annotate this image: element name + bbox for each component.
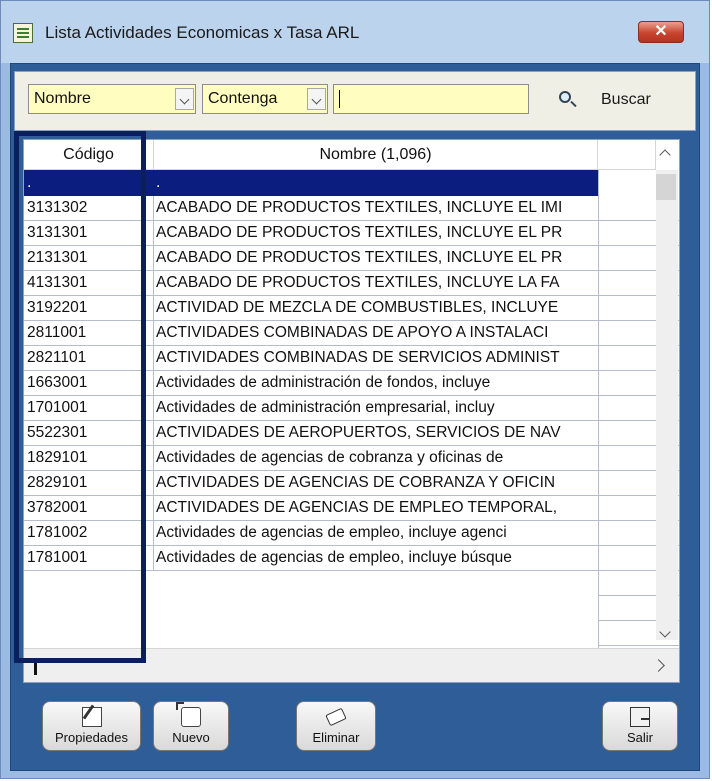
table-body: 3131302 ACABADO DE PRODUCTOS TEXTILES, IN… bbox=[24, 196, 598, 571]
list-app-icon bbox=[13, 23, 33, 43]
cell-codigo: 3782001 bbox=[27, 499, 88, 516]
operator-select[interactable]: Contenga bbox=[202, 84, 328, 114]
field-select[interactable]: Nombre bbox=[28, 84, 196, 114]
cell-nombre: ACTIVIDADES COMBINADAS DE APOYO A INSTAL… bbox=[153, 321, 598, 345]
properties-label: Propiedades bbox=[55, 730, 128, 745]
cell-codigo: 2821101 bbox=[27, 349, 87, 366]
delete-label: Eliminar bbox=[312, 730, 360, 745]
cell-codigo: 4131301 bbox=[27, 274, 88, 291]
table-row[interactable]: 1701001 Actividades de administración emp… bbox=[24, 396, 598, 421]
new-button[interactable]: Nuevo bbox=[153, 701, 229, 751]
field-select-value: Nombre bbox=[34, 90, 91, 107]
cell-codigo: 1781001 bbox=[27, 549, 88, 566]
cell-nombre: ACTIVIDADES COMBINADAS DE SERVICIOS ADMI… bbox=[153, 346, 598, 370]
cell-codigo: 1781002 bbox=[27, 524, 88, 541]
exit-door-icon bbox=[630, 707, 650, 727]
cell-nombre: ACABADO DE PRODUCTOS TEXTILES, INCLUYE L… bbox=[153, 271, 598, 295]
window: Lista Actividades Economicas x Tasa ARL … bbox=[0, 0, 710, 779]
eraser-icon bbox=[325, 707, 347, 727]
column-header-nombre[interactable]: Nombre (1,096) bbox=[154, 140, 598, 170]
cell-nombre: ACTIVIDAD DE MEZCLA DE COMBUSTIBLES, INC… bbox=[153, 296, 598, 320]
edit-document-icon bbox=[81, 707, 102, 727]
cell-nombre: Actividades de agencias de cobranza y of… bbox=[153, 446, 598, 470]
cell-nombre: ACABADO DE PRODUCTOS TEXTILES, INCLUYE E… bbox=[153, 246, 598, 270]
chevron-down-icon[interactable] bbox=[658, 628, 672, 642]
column-header-empty bbox=[598, 140, 656, 170]
table-row[interactable]: 1781001 Actividades de agencias de empleo… bbox=[24, 546, 598, 571]
chevron-down-icon[interactable] bbox=[307, 88, 326, 110]
table-row[interactable]: 2131301 ACABADO DE PRODUCTOS TEXTILES, IN… bbox=[24, 246, 598, 271]
table-row[interactable]: 2821101 ACTIVIDADES COMBINADAS DE SERVICI… bbox=[24, 346, 598, 371]
chevron-down-icon[interactable] bbox=[175, 88, 194, 110]
horizontal-scroll-thumb[interactable] bbox=[34, 659, 37, 675]
close-button[interactable]: ✕ bbox=[638, 21, 684, 43]
cell-codigo: 1663001 bbox=[27, 374, 88, 391]
column-header-codigo[interactable]: Código bbox=[24, 140, 154, 170]
table-row[interactable]: 1663001 Actividades de administración de … bbox=[24, 371, 598, 396]
table-row[interactable]: 2829101 ACTIVIDADES DE AGENCIAS DE COBRAN… bbox=[24, 471, 598, 496]
horizontal-scrollbar[interactable] bbox=[24, 648, 679, 682]
cell-nombre: Actividades de administración de fondos,… bbox=[153, 371, 598, 395]
table-row[interactable]: 1829101 Actividades de agencias de cobran… bbox=[24, 446, 598, 471]
operator-select-value: Contenga bbox=[208, 90, 278, 107]
cell-codigo: 3131302 bbox=[27, 199, 88, 216]
cell-codigo: 3192201 bbox=[27, 299, 88, 316]
cell-codigo: 2829101 bbox=[27, 474, 88, 491]
cell-nombre: ACTIVIDADES DE AGENCIAS DE EMPLEO TEMPOR… bbox=[153, 496, 598, 520]
table-row[interactable]: 3782001 ACTIVIDADES DE AGENCIAS DE EMPLEO… bbox=[24, 496, 598, 521]
table-row[interactable]: 1781002 Actividades de agencias de empleo… bbox=[24, 521, 598, 546]
cell-codigo: 1701001 bbox=[27, 399, 88, 416]
table-row[interactable]: 3131302 ACABADO DE PRODUCTOS TEXTILES, IN… bbox=[24, 196, 598, 221]
vertical-scroll-thumb[interactable] bbox=[656, 174, 676, 200]
table-row[interactable]: 3131301 ACABADO DE PRODUCTOS TEXTILES, IN… bbox=[24, 221, 598, 246]
cell-nombre: ACTIVIDADES DE AGENCIAS DE COBRANZA Y OF… bbox=[153, 471, 598, 495]
cell-nombre: ACABADO DE PRODUCTOS TEXTILES, INCLUYE E… bbox=[153, 196, 598, 220]
search-input[interactable] bbox=[333, 84, 529, 114]
cell-nombre: Actividades de agencias de empleo, inclu… bbox=[153, 521, 598, 545]
exit-button[interactable]: Salir bbox=[602, 701, 678, 751]
new-label: Nuevo bbox=[172, 730, 210, 745]
properties-button[interactable]: Propiedades bbox=[42, 701, 141, 751]
table-row[interactable]: 3192201 ACTIVIDAD DE MEZCLA DE COMBUSTIBL… bbox=[24, 296, 598, 321]
chevron-up-icon[interactable] bbox=[658, 146, 672, 160]
window-title: Lista Actividades Economicas x Tasa ARL bbox=[45, 23, 360, 42]
cell-codigo: 3131301 bbox=[27, 224, 88, 241]
selected-row[interactable]: . . bbox=[24, 170, 598, 196]
cell-codigo: 2131301 bbox=[27, 249, 88, 266]
text-caret bbox=[339, 90, 340, 108]
search-icon[interactable] bbox=[559, 91, 571, 103]
search-button[interactable]: Buscar bbox=[601, 91, 651, 109]
title-bar: Lista Actividades Economicas x Tasa ARL … bbox=[1, 1, 709, 63]
cell-codigo: 2811001 bbox=[27, 324, 87, 341]
vertical-scrollbar[interactable] bbox=[656, 170, 678, 640]
table-row[interactable]: 2811001 ACTIVIDADES COMBINADAS DE APOYO A… bbox=[24, 321, 598, 346]
cell-nombre: Actividades de agencias de empleo, inclu… bbox=[153, 546, 598, 570]
cell-nombre: ACTIVIDADES DE AEROPUERTOS, SERVICIOS DE… bbox=[153, 421, 598, 445]
cell-codigo: 1829101 bbox=[27, 449, 88, 466]
cell-nombre: Actividades de administración empresaria… bbox=[153, 396, 598, 420]
exit-label: Salir bbox=[626, 730, 653, 745]
selected-row-nombre: . bbox=[156, 174, 161, 191]
delete-button[interactable]: Eliminar bbox=[296, 701, 376, 751]
selected-row-codigo: . bbox=[27, 174, 32, 191]
new-item-icon bbox=[176, 702, 201, 727]
table-row[interactable]: 4131301 ACABADO DE PRODUCTOS TEXTILES, IN… bbox=[24, 271, 598, 296]
table-row[interactable]: 5522301 ACTIVIDADES DE AEROPUERTOS, SERVI… bbox=[24, 421, 598, 446]
cell-codigo: 5522301 bbox=[27, 424, 88, 441]
activities-table: Código Nombre (1,096) . . 3131302 ACABADO… bbox=[23, 139, 680, 683]
cell-nombre: ACABADO DE PRODUCTOS TEXTILES, INCLUYE E… bbox=[153, 221, 598, 245]
chevron-right-icon[interactable] bbox=[652, 659, 665, 672]
